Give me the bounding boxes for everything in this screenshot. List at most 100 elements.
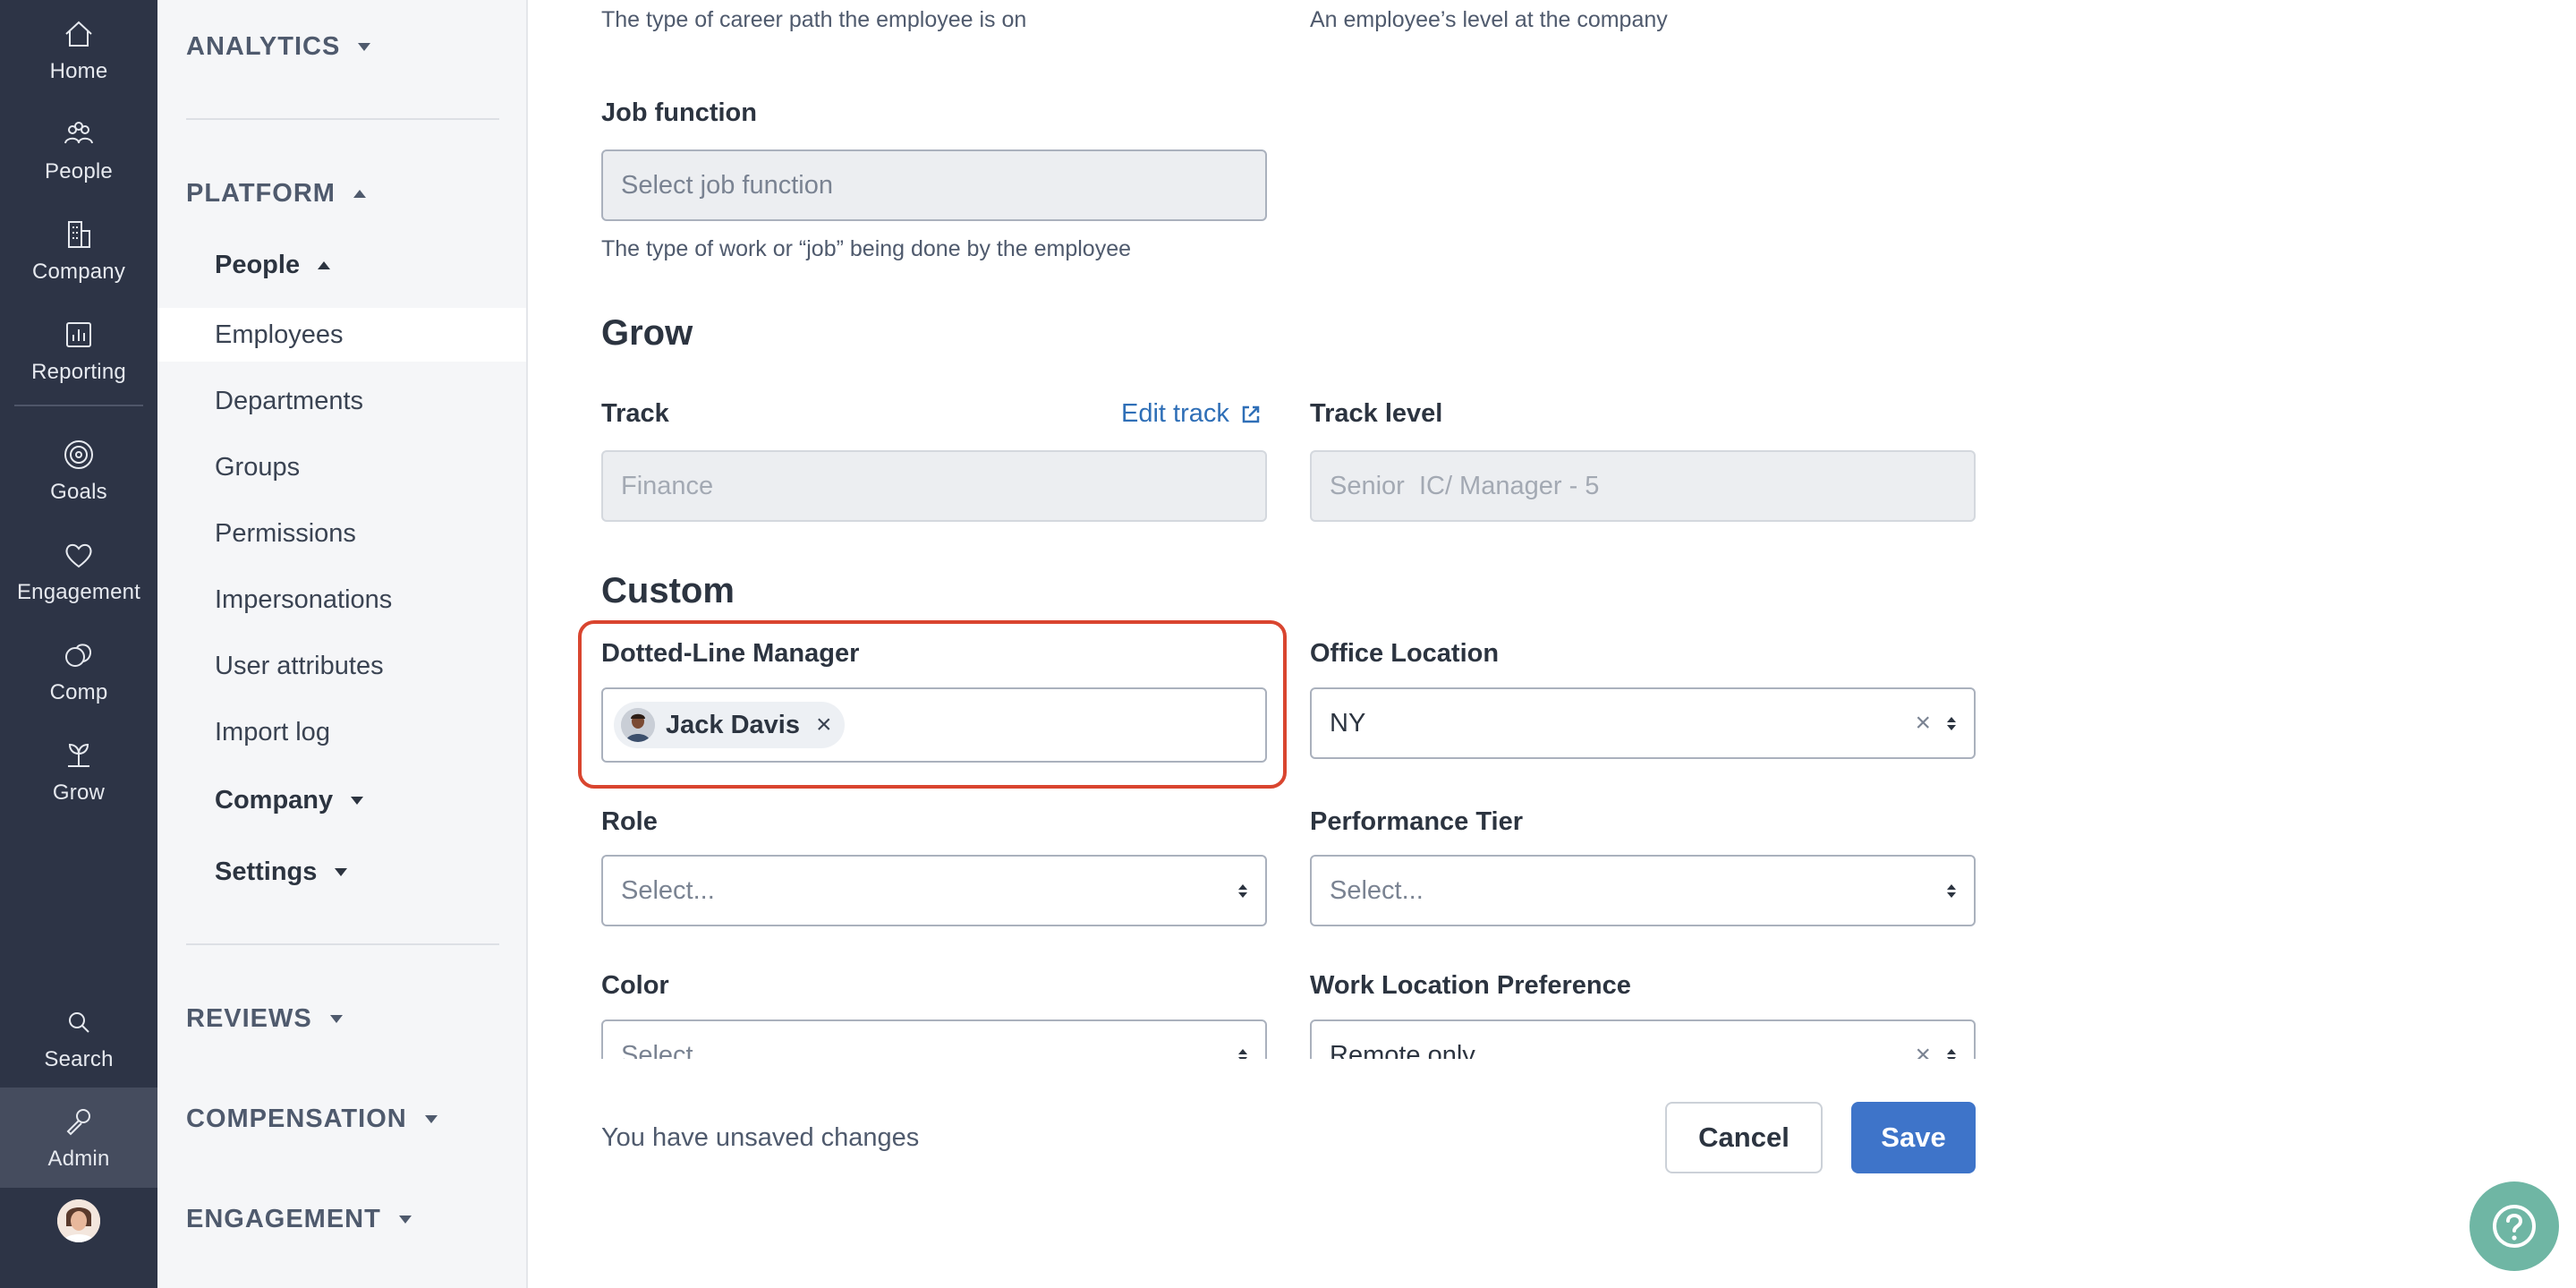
job-function-label: Job function — [601, 98, 757, 127]
chevron-down-icon — [329, 1015, 343, 1023]
nav-group-people-label: People — [215, 251, 301, 279]
chevron-down-icon — [351, 797, 364, 805]
nav-section-analytics-label: ANALYTICS — [186, 32, 341, 61]
rail-label-engagement: Engagement — [16, 580, 141, 604]
track-level-label: Track level — [1310, 399, 1443, 428]
nav-divider — [186, 943, 499, 945]
rail-label-company: Company — [31, 260, 126, 284]
nav-section-compensation-label: COMPENSATION — [186, 1105, 407, 1133]
role-label: Role — [601, 807, 658, 836]
performance-tier-select[interactable]: Select... — [1310, 855, 1976, 926]
rail-item-home[interactable]: Home — [0, 0, 157, 100]
nav-section-engagement-label: ENGAGEMENT — [186, 1205, 381, 1233]
rail-label-search: Search — [44, 1047, 114, 1071]
rail-item-comp[interactable]: Comp — [0, 621, 157, 721]
chevron-up-icon — [318, 261, 331, 269]
chevron-up-icon — [353, 190, 366, 198]
unsaved-changes-text: You have unsaved changes — [601, 1123, 920, 1152]
chevron-down-icon — [398, 1215, 412, 1224]
nav-section-compensation[interactable]: COMPENSATION — [186, 1105, 438, 1134]
nav-item-groups[interactable]: Groups — [157, 440, 526, 494]
performance-tier-label: Performance Tier — [1310, 807, 1524, 836]
user-avatar[interactable] — [57, 1199, 100, 1242]
rail-label-admin: Admin — [47, 1147, 110, 1171]
office-location-label: Office Location — [1310, 639, 1500, 668]
nav-item-departments[interactable]: Departments — [157, 374, 526, 428]
people-icon — [64, 122, 93, 144]
rail-item-goals[interactable]: Goals — [0, 421, 157, 521]
rail-item-people[interactable]: People — [0, 100, 157, 200]
remove-manager-icon[interactable]: × — [816, 712, 832, 738]
nav-group-people[interactable]: People — [215, 251, 331, 280]
search-icon — [69, 1012, 89, 1033]
nav-group-settings-label: Settings — [215, 857, 318, 886]
rail-label-grow: Grow — [52, 780, 106, 805]
nav-group-company[interactable]: Company — [215, 786, 364, 815]
nav-item-user-attributes[interactable]: User attributes — [157, 639, 526, 693]
manager-avatar — [621, 708, 655, 742]
nav-divider — [186, 118, 499, 120]
select-arrows-icon — [1947, 883, 1956, 898]
save-button[interactable]: Save — [1851, 1102, 1976, 1173]
home-icon — [65, 21, 92, 47]
work-location-label: Work Location Preference — [1310, 971, 1631, 1000]
coins-icon — [65, 644, 92, 667]
job-function-placeholder: Select job function — [621, 170, 833, 200]
heart-icon — [65, 543, 92, 568]
rail-item-admin[interactable]: Admin — [0, 1088, 157, 1188]
nav-group-company-label: Company — [215, 786, 334, 815]
help-button[interactable] — [2470, 1181, 2559, 1271]
question-circle-icon — [2493, 1205, 2536, 1248]
edit-track-link[interactable]: Edit track — [1121, 399, 1262, 429]
chevron-down-icon — [335, 868, 348, 876]
rail-item-search[interactable]: Search — [0, 988, 157, 1088]
nav-section-platform-label: PLATFORM — [186, 179, 336, 208]
rail-label-people: People — [45, 159, 113, 183]
role-placeholder: Select... — [621, 875, 715, 905]
external-link-icon — [1242, 405, 1260, 422]
clear-icon[interactable]: × — [1915, 710, 1931, 737]
nav-section-analytics[interactable]: ANALYTICS — [186, 32, 371, 62]
avatar-image — [57, 1199, 100, 1242]
track-level-input: Senior IC/ Manager - 5 — [1310, 450, 1976, 522]
office-location-select[interactable]: NY × — [1310, 687, 1976, 759]
role-select[interactable]: Select... — [601, 855, 1267, 926]
dotted-line-manager-input[interactable]: Jack Davis × — [601, 687, 1267, 763]
grow-section-title: Grow — [601, 313, 693, 353]
rail-label-reporting: Reporting — [31, 360, 126, 384]
performance-tier-placeholder: Select... — [1330, 875, 1424, 905]
rail-item-engagement[interactable]: Engagement — [0, 521, 157, 621]
nav-item-import-log[interactable]: Import log — [157, 705, 526, 759]
nav-item-permissions[interactable]: Permissions — [157, 507, 526, 560]
cancel-button[interactable]: Cancel — [1665, 1102, 1823, 1173]
nav-group-settings[interactable]: Settings — [215, 857, 348, 887]
rail-item-reporting[interactable]: Reporting — [0, 301, 157, 401]
track-label: Track — [601, 399, 669, 428]
rail-divider — [14, 405, 143, 406]
job-function-select[interactable]: Select job function — [601, 149, 1267, 221]
rail-item-company[interactable]: Company — [0, 200, 157, 301]
track-value: Finance — [621, 471, 714, 500]
nav-section-reviews-label: REVIEWS — [186, 1004, 312, 1033]
building-icon — [68, 221, 90, 248]
manager-name: Jack Davis — [666, 710, 800, 739]
track-level-value: Senior IC/ Manager - 5 — [1330, 471, 1600, 500]
rail-item-grow[interactable]: Grow — [0, 721, 157, 822]
chevron-down-icon — [424, 1115, 438, 1123]
nav-section-platform[interactable]: PLATFORM — [186, 179, 366, 209]
level-help: An employee’s level at the company — [1310, 7, 1668, 32]
chevron-down-icon — [358, 43, 371, 51]
manager-avatar-image — [621, 708, 655, 742]
track-input: Finance — [601, 450, 1267, 522]
nav-section-engagement[interactable]: ENGAGEMENT — [186, 1205, 412, 1234]
nav-item-employees[interactable]: Employees — [157, 308, 526, 362]
nav-item-impersonations[interactable]: Impersonations — [157, 573, 526, 627]
rail-label-comp: Comp — [49, 680, 108, 704]
target-icon — [64, 440, 93, 469]
bar-chart-icon — [66, 322, 91, 347]
nav-section-reviews[interactable]: REVIEWS — [186, 1004, 343, 1034]
rail-label-goals: Goals — [50, 480, 107, 504]
rail-label-home: Home — [49, 59, 108, 83]
unsaved-changes-bar: You have unsaved changes Cancel Save — [601, 1059, 1976, 1209]
admin-subnav: ANALYTICS PLATFORM People Employees Depa… — [157, 0, 528, 1288]
